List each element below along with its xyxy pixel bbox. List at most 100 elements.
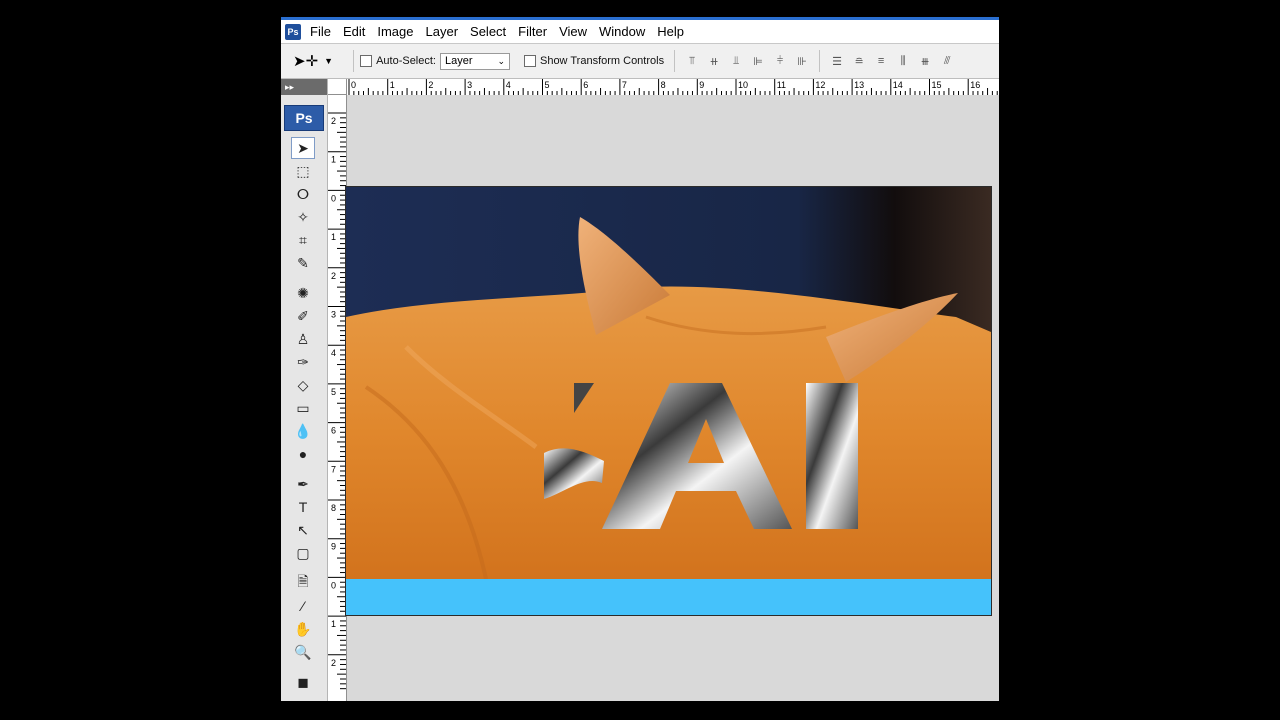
options-separator — [819, 50, 821, 72]
menu-help[interactable]: Help — [653, 20, 692, 43]
vertical-ruler-ticks: 2 1 0 1 2 3 4 5 6 7 8 9 0 1 2 — [328, 112, 346, 690]
menu-filter[interactable]: Filter — [514, 20, 555, 43]
tool-group-separator — [281, 466, 327, 472]
distribute-vcenter-icon[interactable]: ≘ — [850, 54, 868, 68]
photoshop-logo[interactable]: Ps — [284, 105, 324, 131]
crop-tool[interactable]: ⌗ — [291, 229, 315, 251]
dodge-icon: ● — [298, 446, 308, 462]
menu-image[interactable]: Image — [373, 20, 421, 43]
pen-tool[interactable]: ✒ — [291, 473, 315, 495]
distribute-left-icon[interactable]: ⫼ — [894, 54, 912, 68]
menu-layer[interactable]: Layer — [422, 20, 467, 43]
document-image[interactable] — [345, 186, 992, 616]
path-select-icon: ↖ — [297, 521, 309, 538]
hand-tool[interactable]: ✋ — [291, 618, 315, 640]
ruler-label: 2 — [428, 80, 433, 90]
ruler-label: 1 — [331, 232, 336, 242]
chevron-down-icon: ▼ — [324, 56, 334, 66]
type-tool[interactable]: T — [291, 496, 315, 518]
eyedropper-icon: ⁄ — [301, 598, 305, 614]
show-transform-checkbox[interactable] — [523, 55, 536, 67]
magic-wand-tool[interactable]: ✧ — [291, 206, 315, 228]
shape-tool[interactable]: ▢ — [291, 542, 315, 564]
chevron-down-icon: ⌄ — [497, 55, 505, 66]
move-tool[interactable]: ➤ — [291, 137, 315, 159]
align-top-icon[interactable]: ⫪ — [683, 54, 701, 68]
auto-select-label: Auto-Select: — [376, 55, 436, 67]
tool-preset-picker[interactable]: ➤✛ ▼ — [293, 52, 333, 70]
eraser-tool[interactable]: ◇ — [291, 374, 315, 396]
options-separator — [674, 50, 676, 72]
dodge-tool[interactable]: ● — [291, 443, 315, 465]
menu-view[interactable]: View — [555, 20, 595, 43]
stamp-tool[interactable]: ♙ — [291, 328, 315, 350]
shape-icon: ▢ — [296, 544, 310, 561]
ps-app-icon: Ps — [285, 23, 301, 40]
type-icon: T — [298, 499, 308, 515]
slice-icon: ✎ — [297, 254, 309, 271]
eyedropper-tool[interactable]: ⁄ — [291, 595, 315, 617]
hand-icon: ✋ — [294, 620, 312, 637]
ruler-label: 6 — [583, 80, 588, 90]
auto-select-dropdown[interactable]: Layer ⌄ — [439, 52, 510, 70]
document-canvas-area[interactable] — [345, 95, 999, 701]
color-swatch[interactable]: ◼ — [291, 671, 315, 693]
lasso-icon: ⵔ — [296, 185, 310, 202]
ruler-label: 1 — [331, 619, 336, 629]
marquee-tool[interactable]: ⬚ — [291, 160, 315, 182]
ruler-origin[interactable] — [328, 79, 347, 95]
toolbox-collapse-icon[interactable]: ▸▸ — [281, 79, 327, 95]
ruler-label: 7 — [622, 80, 627, 90]
healing-tool[interactable]: ✺ — [291, 282, 315, 304]
horizontal-ruler-ticks: 0 1 2 3 4 5 6 7 8 9 10 11 12 13 14 15 16 — [348, 79, 998, 95]
show-transform-label: Show Transform Controls — [539, 55, 665, 67]
notes-icon: 🗎 — [297, 573, 309, 589]
ruler-label: 16 — [970, 80, 980, 90]
align-left-icon[interactable]: ⊫ — [749, 54, 767, 68]
ruler-label: 15 — [932, 80, 942, 90]
ruler-label: 1 — [331, 155, 336, 165]
align-right-icon[interactable]: ⊪ — [793, 54, 811, 68]
ruler-label: 3 — [467, 80, 472, 90]
eraser-icon: ◇ — [297, 376, 309, 393]
menu-file[interactable]: File — [306, 20, 339, 43]
zoom-tool[interactable]: 🔍 — [291, 641, 315, 663]
ruler-label: 8 — [661, 80, 666, 90]
history-brush-tool[interactable]: ✑ — [291, 351, 315, 373]
history-brush-icon: ✑ — [297, 353, 309, 370]
ruler-label: 0 — [331, 580, 336, 590]
ruler-label: 4 — [331, 348, 336, 358]
menu-window[interactable]: Window — [595, 20, 653, 43]
blur-tool[interactable]: 💧 — [291, 420, 315, 442]
menu-select[interactable]: Select — [466, 20, 514, 43]
horizontal-ruler[interactable]: 0 1 2 3 4 5 6 7 8 9 10 11 12 13 14 15 16 — [347, 79, 999, 96]
blur-icon: 💧 — [294, 422, 312, 439]
slice-tool[interactable]: ✎ — [291, 252, 315, 274]
brush-tool[interactable]: ✐ — [291, 305, 315, 327]
distribute-bottom-icon[interactable]: ≡ — [872, 54, 890, 68]
path-select-tool[interactable]: ↖ — [291, 519, 315, 541]
align-hcenter-icon[interactable]: ⫩ — [771, 54, 789, 68]
notes-tool[interactable]: 🗎 — [291, 572, 315, 594]
ruler-label: 0 — [331, 193, 336, 203]
crop-icon: ⌗ — [299, 231, 307, 248]
distribute-top-icon[interactable]: ☰ — [828, 54, 846, 68]
ruler-label: 7 — [331, 464, 336, 474]
auto-select-checkbox[interactable] — [360, 55, 373, 67]
auto-select-value: Layer — [444, 55, 473, 67]
gradient-tool[interactable]: ▭ — [291, 397, 315, 419]
move-icon: ➤ — [297, 139, 309, 156]
ruler-label: 10 — [738, 80, 748, 90]
align-bottom-icon[interactable]: ⫫ — [727, 54, 745, 68]
ruler-label: 4 — [506, 80, 511, 90]
distribute-right-icon[interactable]: ⫻ — [938, 54, 956, 68]
ruler-label: 1 — [390, 80, 395, 90]
lasso-tool[interactable]: ⵔ — [291, 183, 315, 205]
distribute-hcenter-icon[interactable]: ⧻ — [916, 54, 934, 68]
marquee-icon: ⬚ — [296, 162, 310, 179]
menu-edit[interactable]: Edit — [339, 20, 373, 43]
ruler-label: 12 — [815, 80, 825, 90]
ruler-label: 9 — [331, 542, 336, 552]
gradient-icon: ▭ — [296, 399, 310, 416]
align-vcenter-icon[interactable]: ⧺ — [705, 54, 723, 68]
